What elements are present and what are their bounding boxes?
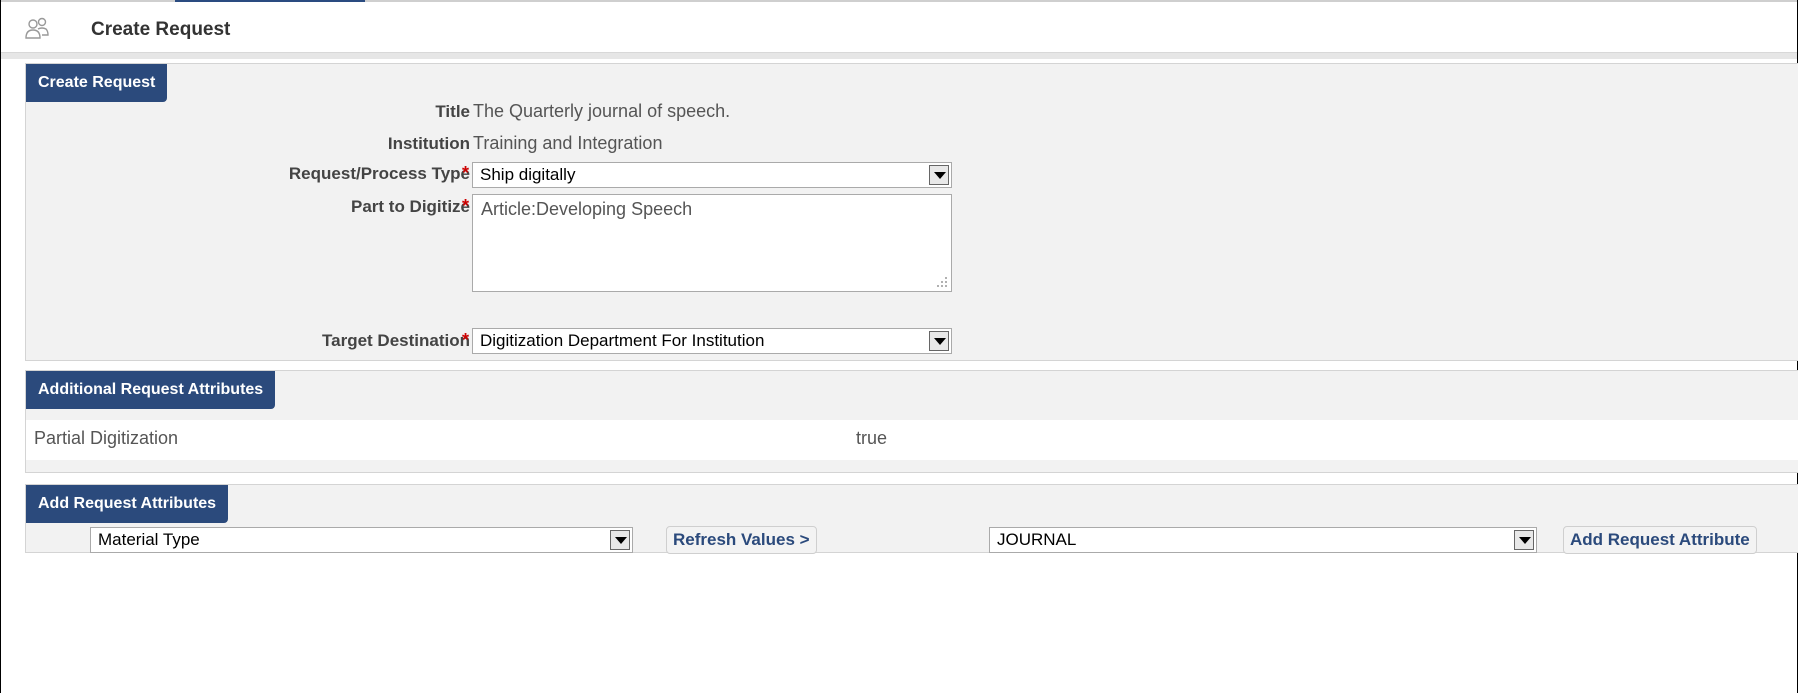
additional-attributes-tab: Additional Request Attributes <box>26 371 276 409</box>
required-marker: * <box>462 163 470 183</box>
resize-handle-icon[interactable] <box>936 276 948 288</box>
chevron-down-icon[interactable] <box>1514 530 1534 550</box>
title-label: Title <box>435 102 470 121</box>
required-marker: * <box>462 330 470 350</box>
part-to-digitize-value: Article:Developing Speech <box>481 199 693 219</box>
header-divider <box>1 52 1797 59</box>
target-destination-value: Digitization Department For Institution <box>480 331 765 350</box>
add-request-attribute-button[interactable]: Add Request Attribute <box>1563 526 1757 554</box>
refresh-values-button[interactable]: Refresh Values > <box>666 526 817 554</box>
add-attributes-tab: Add Request Attributes <box>26 485 229 523</box>
chevron-down-icon[interactable] <box>610 530 630 550</box>
part-to-digitize-textarea[interactable]: Article:Developing Speech <box>472 194 952 292</box>
part-label: Part to Digitize <box>350 197 470 216</box>
title-value: The Quarterly journal of speech. <box>473 101 731 121</box>
attribute-value: true <box>856 428 888 448</box>
create-request-tab: Create Request <box>26 64 168 102</box>
chevron-down-icon[interactable] <box>929 331 949 351</box>
required-marker: * <box>462 196 470 216</box>
create-request-panel: Create Request Title The Quarterly journ… <box>25 63 1798 361</box>
add-attributes-panel: Add Request Attributes Material Type Ref… <box>25 484 1798 554</box>
target-destination-select[interactable]: Digitization Department For Institution <box>472 328 952 354</box>
list-item: Partial Digitization true <box>26 420 1798 460</box>
page-header: Create Request <box>1 2 1797 52</box>
institution-label: Institution <box>387 134 470 153</box>
additional-attributes-panel: Additional Request Attributes Partial Di… <box>25 370 1798 473</box>
target-destination-label: Target Destination <box>322 331 470 350</box>
institution-value: Training and Integration <box>473 133 663 153</box>
attribute-value-select[interactable]: JOURNAL <box>989 527 1537 553</box>
attribute-value-selected: JOURNAL <box>997 530 1077 549</box>
attribute-type-select[interactable]: Material Type <box>90 527 633 553</box>
request-type-value: Ship digitally <box>480 165 576 184</box>
chevron-down-icon[interactable] <box>929 165 949 185</box>
attribute-name: Partial Digitization <box>34 428 179 448</box>
page-title: Create Request <box>91 19 231 40</box>
attribute-type-value: Material Type <box>98 530 200 549</box>
request-type-label: Request/Process Type <box>288 164 470 183</box>
request-type-select[interactable]: Ship digitally <box>472 162 952 188</box>
people-icon <box>25 17 49 39</box>
